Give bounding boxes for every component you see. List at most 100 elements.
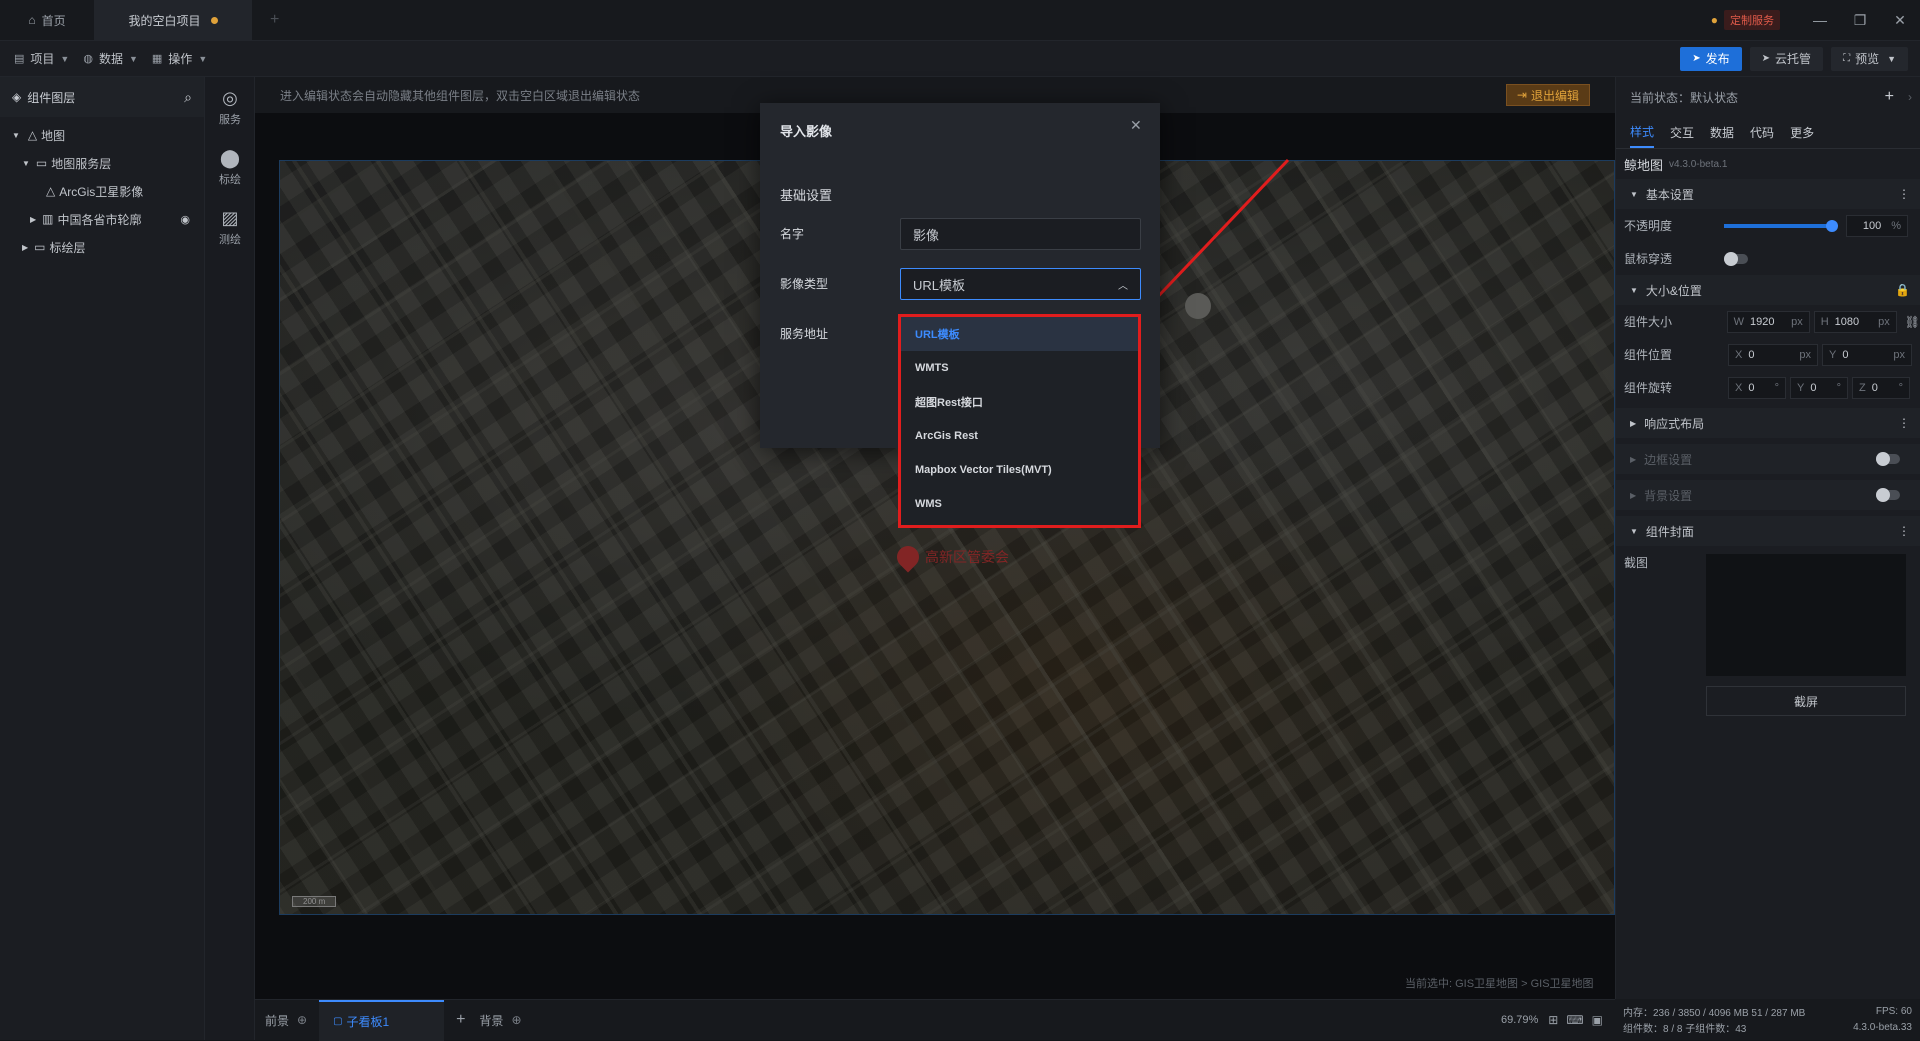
option-wmts[interactable]: WMTS: [901, 351, 1138, 385]
tree-item-province[interactable]: ▶ ▥ 中国各省市轮廓 ◉: [0, 205, 204, 233]
opacity-slider[interactable]: [1724, 219, 1838, 232]
tree-item-service-layer[interactable]: ▼ ▭ 地图服务层: [0, 149, 204, 177]
screenshot-button-label: 截屏: [1793, 694, 1818, 709]
add-circle-icon[interactable]: ⊕: [297, 1013, 307, 1027]
component-count: 组件数：8 / 8 子组件数：43: [1623, 1023, 1747, 1035]
section-border[interactable]: ▶ 边框设置: [1616, 444, 1920, 474]
cloud-label: 云托管: [1775, 52, 1812, 66]
type-select[interactable]: URL模板 ︿: [900, 268, 1141, 300]
tab-project[interactable]: 我的空白项目: [94, 0, 252, 41]
section-background[interactable]: ▶ 背景设置: [1616, 480, 1920, 510]
tab-data[interactable]: 数据: [1710, 124, 1734, 141]
section-basic[interactable]: ▼ 基本设置 ⋮: [1616, 179, 1920, 209]
background-toggle[interactable]: [1876, 488, 1900, 502]
px-unit: px: [1893, 348, 1905, 361]
mouse-through-toggle[interactable]: [1724, 251, 1748, 266]
zoom-level[interactable]: 69.79%: [1501, 1014, 1538, 1026]
layer-panel-title: 组件图层: [27, 90, 76, 105]
tree-item-plot-layer[interactable]: ▶ ▭ 标绘层: [0, 233, 204, 261]
height-input[interactable]: H 1080 px: [1813, 310, 1897, 333]
tree-item-map[interactable]: ▼ △ 地图: [0, 121, 204, 149]
tab-home-label: 首页: [41, 13, 66, 28]
more-vertical-icon[interactable]: ⋮: [1898, 416, 1910, 430]
menu-project[interactable]: ▤ 项目 ▼: [14, 50, 69, 67]
deg-unit: °: [1774, 381, 1779, 394]
background-layer-tab[interactable]: 背景: [479, 1012, 503, 1029]
terminal-icon[interactable]: ▣: [1592, 1013, 1603, 1027]
option-arcgis-rest[interactable]: ArcGis Rest: [901, 419, 1138, 453]
more-vertical-icon[interactable]: ⋮: [1898, 187, 1910, 201]
cloud-button[interactable]: ➤ 云托管: [1749, 46, 1824, 71]
publish-button[interactable]: ➤ 发布: [1680, 46, 1742, 71]
tab-style[interactable]: 样式: [1630, 123, 1655, 148]
chevron-right-icon[interactable]: ›: [1908, 90, 1912, 104]
tool-rail: ◎ 服务 ⬤ 标绘 ▨ 测绘: [205, 77, 255, 1040]
close-icon[interactable]: ✕: [1130, 117, 1142, 134]
new-tab-button[interactable]: +: [252, 0, 297, 41]
border-toggle[interactable]: [1876, 452, 1900, 466]
opacity-slider-handle[interactable]: [1826, 219, 1838, 232]
layer-panel-header: ◈ 组件图层 ⌕: [0, 77, 204, 117]
menu-project-label: 项目: [30, 52, 55, 66]
mouse-through-row: 鼠标穿透: [1616, 242, 1920, 275]
lock-icon[interactable]: 🔒: [1895, 283, 1910, 297]
custom-service-button[interactable]: ● 定制服务: [1711, 10, 1780, 30]
tab-interaction[interactable]: 交互: [1670, 124, 1694, 141]
name-input[interactable]: 影像: [900, 218, 1141, 250]
rail-service[interactable]: ◎ 服务: [205, 77, 255, 137]
eye-off-icon[interactable]: ◉: [180, 213, 190, 226]
size-row: 组件大小 W 1920 px H 1080 px ⛓: [1616, 305, 1920, 338]
rail-plot[interactable]: ⬤ 标绘: [205, 137, 255, 197]
option-supermap-rest[interactable]: 超图Rest接口: [901, 385, 1138, 419]
props-tabs: 样式 交互 数据 代码 更多: [1616, 117, 1920, 149]
link-icon[interactable]: ⛓: [1905, 315, 1920, 329]
keyboard-icon[interactable]: ⌨: [1566, 1013, 1583, 1027]
y-input[interactable]: Y 0 px: [1822, 343, 1912, 366]
rail-measure[interactable]: ▨ 测绘: [205, 197, 255, 257]
search-icon[interactable]: ⌕: [184, 89, 192, 106]
tab-code[interactable]: 代码: [1750, 124, 1774, 141]
option-url-template[interactable]: URL模板: [901, 317, 1138, 351]
section-size-position[interactable]: ▼ 大小&位置 🔒: [1616, 275, 1920, 305]
px-unit: px: [1878, 315, 1890, 328]
y-value: 0: [1842, 348, 1849, 361]
width-input[interactable]: W 1920 px: [1726, 310, 1810, 333]
rotate-x-input[interactable]: X 0 °: [1728, 376, 1786, 399]
globe-icon: ◎: [222, 87, 238, 108]
add-circle-icon[interactable]: ⊕: [511, 1013, 521, 1027]
section-basic-label: 基本设置: [1645, 187, 1694, 202]
tree-item-arcgis[interactable]: △ ArcGis卫星影像: [0, 177, 204, 205]
menu-data[interactable]: ◍ 数据 ▼: [83, 50, 138, 67]
send-icon: ➤: [1692, 53, 1701, 64]
add-icon[interactable]: +: [1885, 88, 1894, 106]
rotate-z-input[interactable]: Z 0 °: [1852, 376, 1910, 399]
more-vertical-icon[interactable]: ⋮: [1898, 524, 1910, 538]
sub-panel-tab[interactable]: ▢ 子看板1: [319, 999, 445, 1041]
preview-button[interactable]: ⛶ 预览 ▼: [1831, 46, 1908, 71]
tab-more[interactable]: 更多: [1790, 124, 1814, 141]
screenshot-button[interactable]: 截屏: [1706, 686, 1906, 716]
exit-edit-button[interactable]: ⇥ 退出编辑: [1505, 84, 1590, 106]
section-cover[interactable]: ▼ 组件封面 ⋮: [1616, 516, 1920, 546]
rail-label: 测绘: [219, 233, 241, 246]
restore-icon[interactable]: ❐: [1840, 0, 1880, 41]
opacity-input[interactable]: 100 %: [1846, 214, 1908, 237]
rotate-x-value: 0: [1748, 381, 1755, 394]
add-icon[interactable]: +: [456, 1011, 465, 1029]
rotation-row: 组件旋转 X 0 ° Y 0 ° Z 0 °: [1616, 371, 1920, 404]
exit-icon: ⇥: [1516, 88, 1527, 102]
front-layer-tab[interactable]: 前景: [265, 1012, 289, 1029]
option-mvt[interactable]: Mapbox Vector Tiles(MVT): [901, 453, 1138, 487]
pin-icon: ⬤: [219, 147, 241, 168]
menu-operate[interactable]: ▦ 操作 ▼: [152, 50, 207, 67]
section-responsive[interactable]: ▶ 响应式布局 ⋮: [1616, 408, 1920, 438]
option-wms[interactable]: WMS: [901, 487, 1138, 521]
tree-item-label: 中国各省市轮廓: [57, 212, 142, 227]
fit-screen-icon[interactable]: ⊞: [1548, 1013, 1558, 1027]
close-icon[interactable]: ✕: [1880, 0, 1920, 41]
y-prefix: Y: [1829, 348, 1837, 361]
minimize-icon[interactable]: —: [1800, 0, 1840, 41]
tab-home[interactable]: ⌂ 首页: [0, 0, 94, 41]
x-input[interactable]: X 0 px: [1728, 343, 1818, 366]
rotate-y-input[interactable]: Y 0 °: [1790, 376, 1848, 399]
